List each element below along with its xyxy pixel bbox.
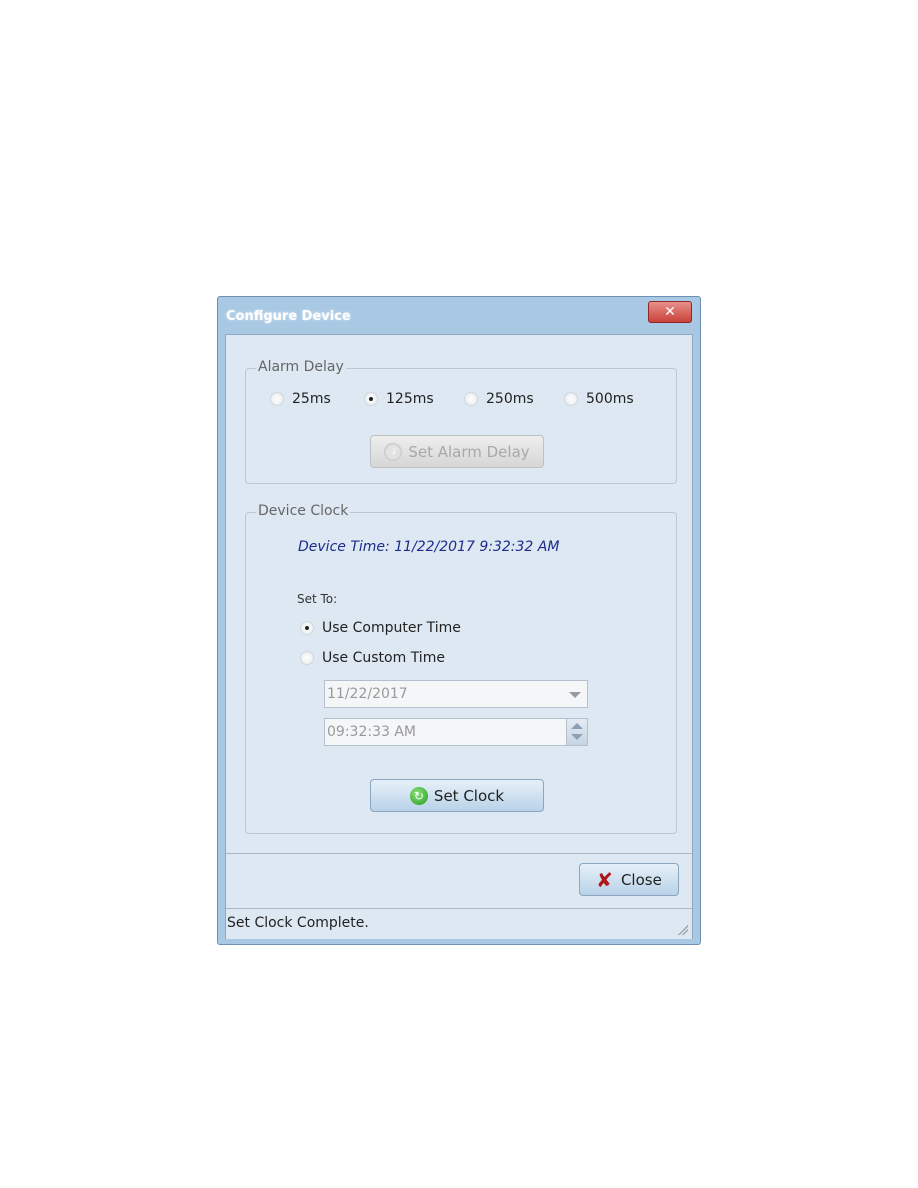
button-label: Set Clock [433,786,505,805]
radio-250ms[interactable]: 250ms [464,391,534,407]
resize-grip-icon[interactable] [678,925,688,935]
window-title: Configure Device [226,309,351,324]
radio-indicator[interactable] [464,392,478,406]
dialog-client-area: Alarm Delay 25ms 125ms 250ms 500ms ↻ Set… [225,334,693,939]
title-bar[interactable]: Configure Device ✕ [218,297,700,335]
radio-label: Use Computer Time [322,620,461,636]
radio-use-custom-time[interactable]: Use Custom Time [300,650,445,666]
radio-label: 500ms [586,391,634,407]
refresh-icon: ↻ [384,442,403,461]
status-text: Set Clock Complete. [227,915,369,931]
radio-500ms[interactable]: 500ms [564,391,634,407]
chevron-down-icon[interactable] [569,692,581,698]
radio-label: 25ms [292,391,331,407]
close-button[interactable]: ✘ Close [579,863,679,896]
radio-indicator[interactable] [564,392,578,406]
configure-device-window: Configure Device ✕ Alarm Delay 25ms 125m… [217,296,701,945]
radio-label: 250ms [486,391,534,407]
set-to-label: Set To: [297,592,338,606]
button-label: Close [620,870,662,889]
spin-down-icon[interactable] [571,734,583,740]
spin-buttons[interactable] [566,719,587,745]
close-icon: ✕ [664,304,676,320]
set-clock-button[interactable]: ↻ Set Clock [370,779,544,812]
status-bar: Set Clock Complete. [226,908,692,939]
alarm-delay-label: Alarm Delay [256,359,346,375]
radio-label: Use Custom Time [322,650,445,666]
radio-use-computer-time[interactable]: Use Computer Time [300,620,461,636]
radio-25ms[interactable]: 25ms [270,391,331,407]
radio-indicator[interactable] [364,392,378,406]
window-close-button[interactable]: ✕ [648,301,692,323]
date-picker[interactable]: 11/22/2017 [324,680,588,708]
close-x-icon: ✘ [596,867,613,892]
footer-divider [226,853,692,854]
button-label: Set Alarm Delay [408,442,530,461]
radio-label: 125ms [386,391,434,407]
radio-125ms[interactable]: 125ms [364,391,434,407]
radio-indicator[interactable] [270,392,284,406]
radio-indicator[interactable] [300,651,314,665]
time-value: 09:32:33 AM [327,724,416,740]
set-alarm-delay-button[interactable]: ↻ Set Alarm Delay [370,435,544,468]
device-time-readout: Device Time: 11/22/2017 9:32:32 AM [298,539,560,555]
time-spinner[interactable]: 09:32:33 AM [324,718,588,746]
alarm-delay-group: Alarm Delay 25ms 125ms 250ms 500ms ↻ Set… [245,359,677,484]
refresh-icon: ↻ [409,786,428,805]
radio-indicator[interactable] [300,621,314,635]
date-value: 11/22/2017 [327,686,408,702]
spin-up-icon[interactable] [571,723,583,729]
device-clock-label: Device Clock [256,503,351,519]
